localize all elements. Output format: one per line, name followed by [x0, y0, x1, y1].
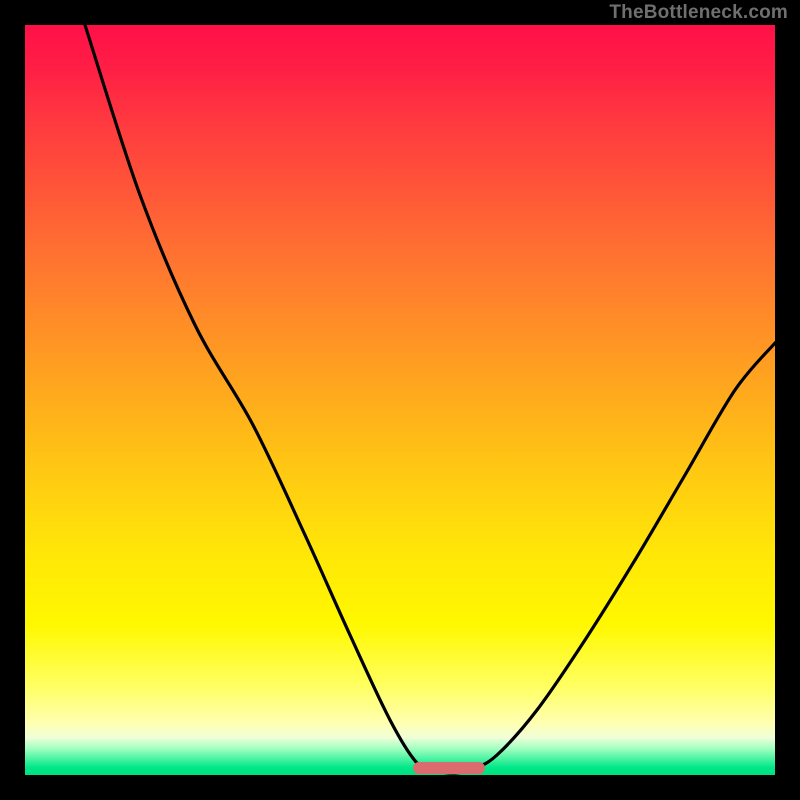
attribution-text: TheBottleneck.com	[609, 2, 788, 24]
bottleneck-curve	[25, 25, 775, 775]
plot-frame	[25, 25, 775, 775]
optimal-range-marker	[413, 762, 485, 774]
